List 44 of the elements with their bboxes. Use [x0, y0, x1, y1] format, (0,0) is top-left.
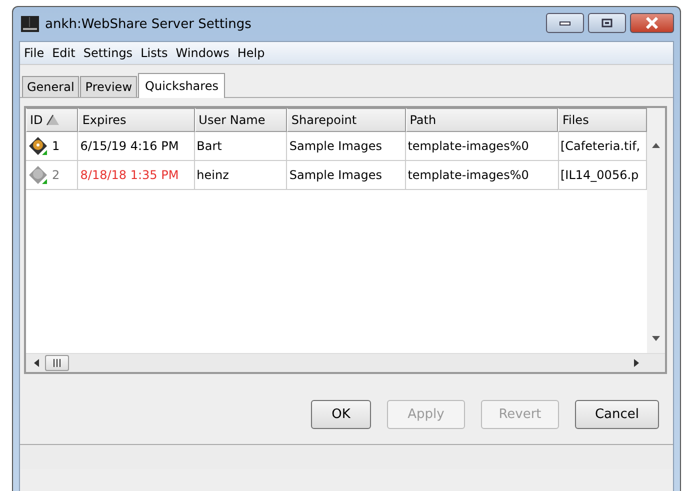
column-header[interactable]: Sharepoint — [287, 108, 406, 132]
scroll-thumb[interactable] — [45, 355, 69, 371]
close-icon — [645, 17, 659, 29]
tab[interactable]: Quickshares — [138, 73, 226, 98]
column-header[interactable]: Path — [406, 108, 558, 132]
tab[interactable]: Preview — [80, 76, 138, 97]
table-cell: template-images%0 — [406, 161, 558, 189]
table-cell: template-images%0 — [406, 132, 558, 160]
table-cell: 2 — [52, 168, 60, 182]
table-cell: Bart — [194, 132, 288, 160]
table-cell: 1 — [52, 139, 60, 153]
vertical-scrollbar[interactable] — [647, 108, 665, 353]
scroll-up-icon[interactable] — [652, 143, 660, 148]
minimize-button[interactable] — [546, 13, 584, 33]
close-button[interactable] — [630, 13, 674, 33]
maximize-button[interactable] — [588, 13, 626, 33]
column-header[interactable]: User Name — [194, 108, 288, 132]
grip-icon — [52, 359, 62, 367]
table-cell: Sample Images — [287, 161, 406, 189]
scroll-right-icon[interactable] — [634, 359, 639, 367]
scroll-down-icon[interactable] — [652, 336, 660, 341]
table-cell: heinz — [194, 161, 288, 189]
menu-item[interactable]: Windows — [172, 46, 234, 60]
column-header[interactable]: Files — [558, 108, 648, 132]
column-header[interactable]: ID — [26, 108, 78, 132]
tab[interactable]: General — [22, 76, 80, 97]
app-logo-icon — [21, 16, 39, 32]
menu-item[interactable]: File — [20, 46, 48, 60]
dialog-button[interactable]: Cancel — [575, 400, 659, 429]
column-header[interactable]: Expires — [78, 108, 195, 132]
minimize-icon — [559, 20, 571, 26]
table-cell: Sample Images — [287, 132, 406, 160]
horizontal-scrollbar[interactable] — [26, 353, 665, 372]
table-cell: 6/15/19 4:16 PM — [78, 132, 195, 160]
sort-ascending-icon — [46, 114, 60, 126]
dialog-button[interactable]: OK — [311, 400, 371, 429]
scroll-left-icon[interactable] — [34, 359, 39, 367]
menu-item[interactable]: Edit — [48, 46, 80, 60]
maximize-icon — [601, 18, 613, 28]
menu-item[interactable]: Help — [233, 46, 269, 60]
table-cell: 8/18/18 1:35 PM — [78, 161, 195, 189]
menu-item[interactable]: Settings — [79, 46, 137, 60]
menu-item[interactable]: Lists — [136, 46, 172, 60]
window-title: ankh:WebShare Server Settings — [45, 16, 252, 32]
